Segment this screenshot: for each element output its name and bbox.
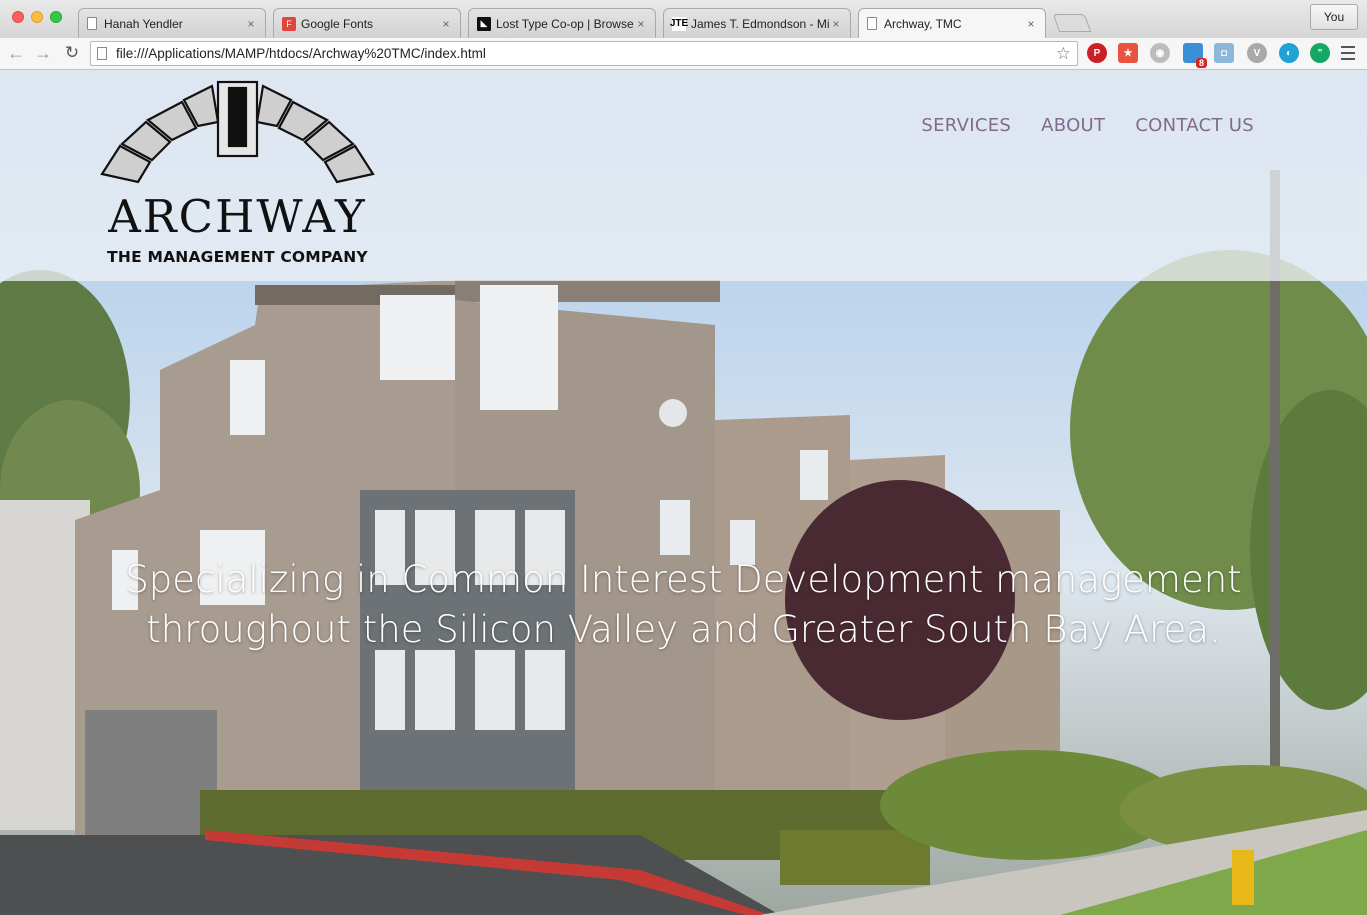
- tab-close-icon[interactable]: ×: [830, 17, 842, 31]
- camera-icon[interactable]: ◘: [1214, 43, 1234, 63]
- lost-type-icon: ◣: [477, 16, 491, 31]
- brand-subtitle: THE MANAGEMENT COMPANY: [107, 248, 368, 266]
- bookmark-star-icon[interactable]: ☆: [1056, 44, 1071, 64]
- hangouts-icon[interactable]: ”: [1310, 43, 1330, 63]
- extension-icon[interactable]: 8: [1183, 43, 1207, 68]
- tab-title: Archway, TMC: [884, 16, 962, 31]
- archway-logo-icon[interactable]: [100, 76, 375, 276]
- nav-services-link[interactable]: SERVICES: [921, 115, 1011, 136]
- tab-james-edmondson[interactable]: JTE James T. Edmondson - Mis ×: [663, 8, 851, 38]
- tab-title: James T. Edmondson - Mis: [691, 16, 830, 31]
- document-icon: [867, 17, 877, 30]
- brand-name[interactable]: ARCHWAY: [100, 190, 375, 243]
- new-tab-button[interactable]: [1052, 14, 1092, 32]
- nav-about-link[interactable]: ABOUT: [1041, 115, 1105, 136]
- main-nav: SERVICES ABOUT CONTACT US: [921, 115, 1254, 136]
- google-fonts-icon: F: [282, 16, 296, 31]
- extension-badge: 8: [1195, 58, 1207, 68]
- tab-close-icon[interactable]: ×: [245, 17, 257, 31]
- tab-title: Lost Type Co-op | Browse: [496, 16, 634, 31]
- forward-arrow-icon[interactable]: →: [32, 41, 54, 65]
- tab-title: Google Fonts: [301, 16, 374, 31]
- url-text[interactable]: file:///Applications/MAMP/htdocs/Archway…: [116, 46, 1056, 61]
- close-window-button[interactable]: [12, 11, 24, 23]
- tab-hanah-yendler[interactable]: Hanah Yendler ×: [78, 8, 266, 38]
- profile-button[interactable]: You: [1310, 4, 1358, 30]
- extension-icon[interactable]: ★: [1118, 43, 1138, 63]
- reload-icon[interactable]: ↻: [61, 41, 83, 65]
- tab-close-icon[interactable]: ×: [635, 17, 647, 31]
- back-arrow-icon[interactable]: ←: [5, 41, 27, 65]
- tagline-line-1: Specializing in Common Interest Developm…: [125, 558, 1242, 601]
- extension-icon[interactable]: ◐: [1279, 43, 1299, 63]
- tab-close-icon[interactable]: ×: [1025, 17, 1037, 31]
- tagline-line-2: throughout the Silicon Valley and Greate…: [146, 608, 1221, 651]
- jte-icon: JTE: [669, 16, 689, 31]
- page-icon: [97, 47, 107, 60]
- hero-tagline: Specializing in Common Interest Developm…: [0, 555, 1367, 655]
- webpage: ARCHWAY THE MANAGEMENT COMPANY SERVICES …: [0, 70, 1367, 915]
- pinterest-icon[interactable]: P: [1087, 43, 1107, 63]
- menu-icon[interactable]: [1341, 46, 1355, 60]
- tab-archway[interactable]: Archway, TMC ×: [858, 8, 1046, 38]
- minimize-window-button[interactable]: [31, 11, 43, 23]
- tab-google-fonts[interactable]: F Google Fonts ×: [273, 8, 461, 38]
- document-icon: [87, 17, 97, 30]
- tab-title: Hanah Yendler: [104, 16, 183, 31]
- address-bar[interactable]: file:///Applications/MAMP/htdocs/Archway…: [90, 41, 1078, 66]
- tab-strip: Hanah Yendler × F Google Fonts × ◣ Lost …: [0, 0, 1367, 38]
- nav-contact-link[interactable]: CONTACT US: [1135, 115, 1254, 136]
- tab-lost-type[interactable]: ◣ Lost Type Co-op | Browse ×: [468, 8, 656, 38]
- zoom-window-button[interactable]: [50, 11, 62, 23]
- browser-toolbar: ← → ↻ file:///Applications/MAMP/htdocs/A…: [0, 38, 1367, 70]
- extension-icon[interactable]: ◉: [1150, 43, 1170, 63]
- tab-close-icon[interactable]: ×: [440, 17, 452, 31]
- extension-icon[interactable]: V: [1247, 43, 1267, 63]
